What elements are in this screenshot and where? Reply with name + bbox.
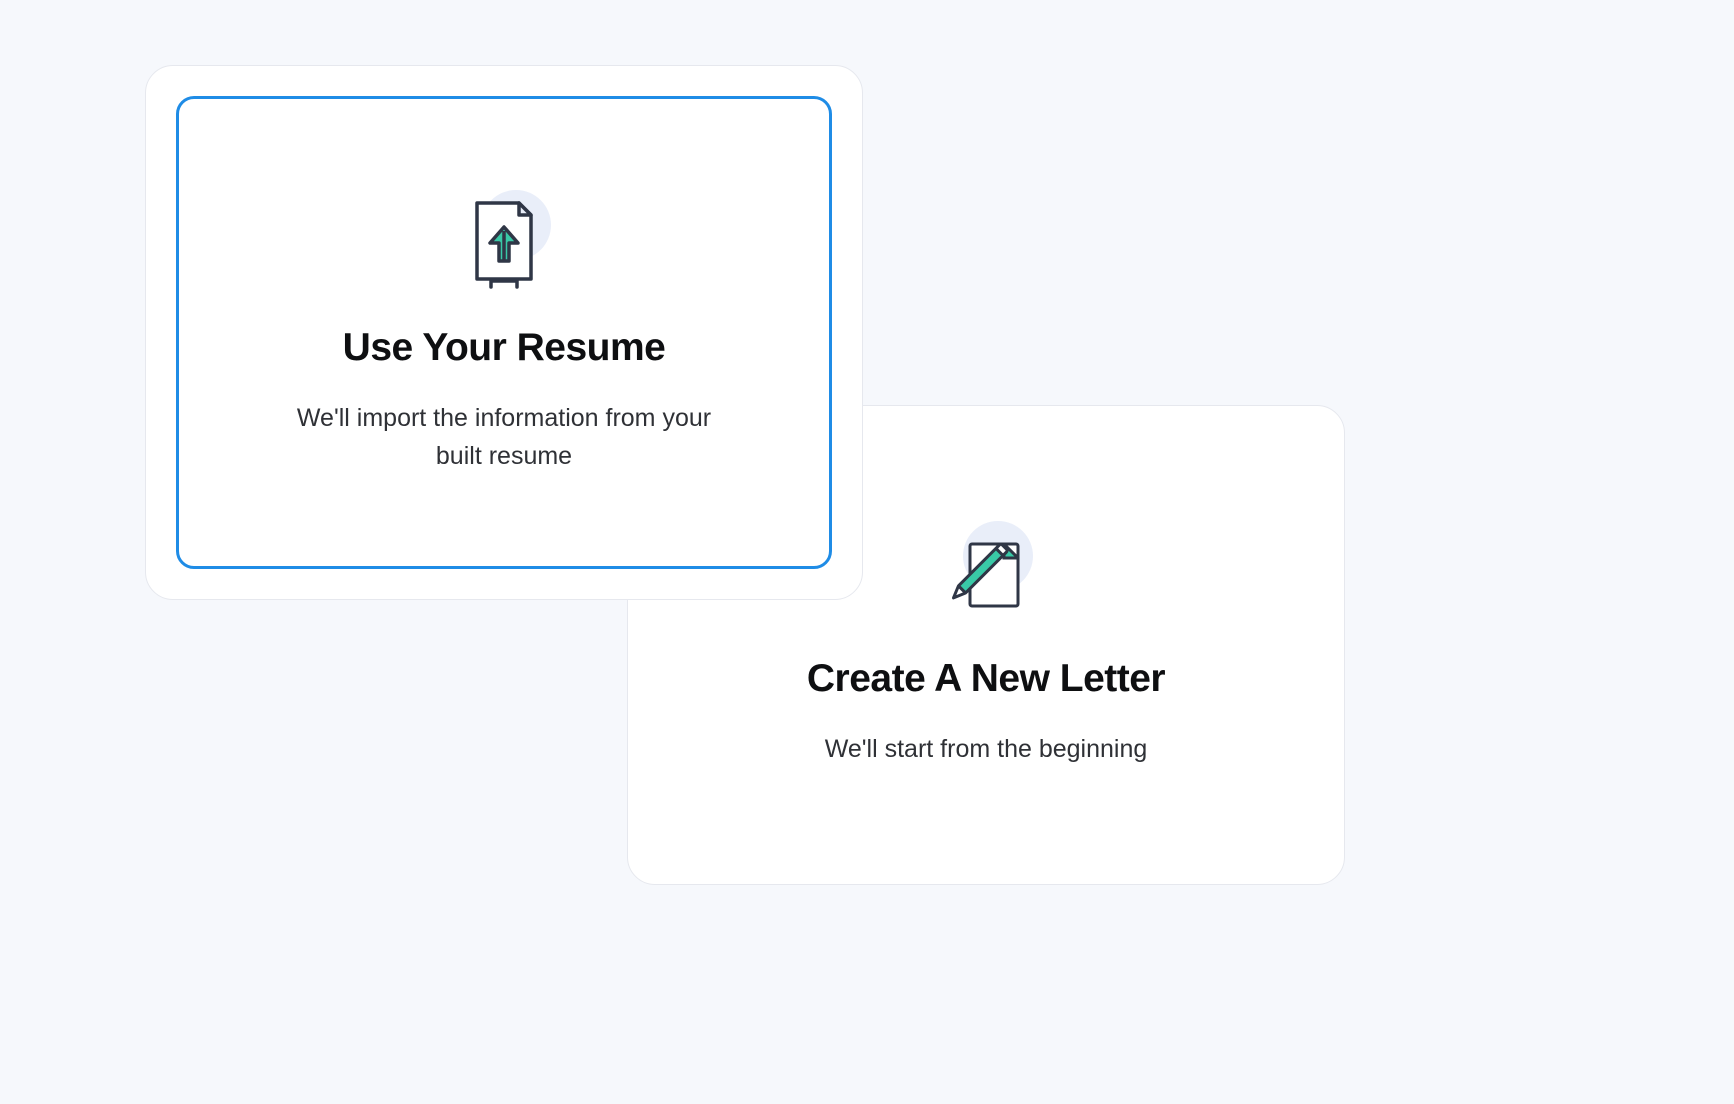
option-subtitle: We'll import the information from your b… <box>274 400 734 475</box>
option-inner-use-resume: Use Your Resume We'll import the informa… <box>176 96 832 569</box>
option-title: Create A New Letter <box>807 657 1165 701</box>
option-card-use-resume[interactable]: Use Your Resume We'll import the informa… <box>145 65 863 600</box>
new-letter-icon <box>931 521 1041 631</box>
pencil-document-icon <box>940 530 1032 622</box>
option-title: Use Your Resume <box>343 326 666 370</box>
use-resume-icon <box>449 190 559 300</box>
upload-document-icon <box>463 197 545 293</box>
option-subtitle: We'll start from the beginning <box>825 731 1148 769</box>
